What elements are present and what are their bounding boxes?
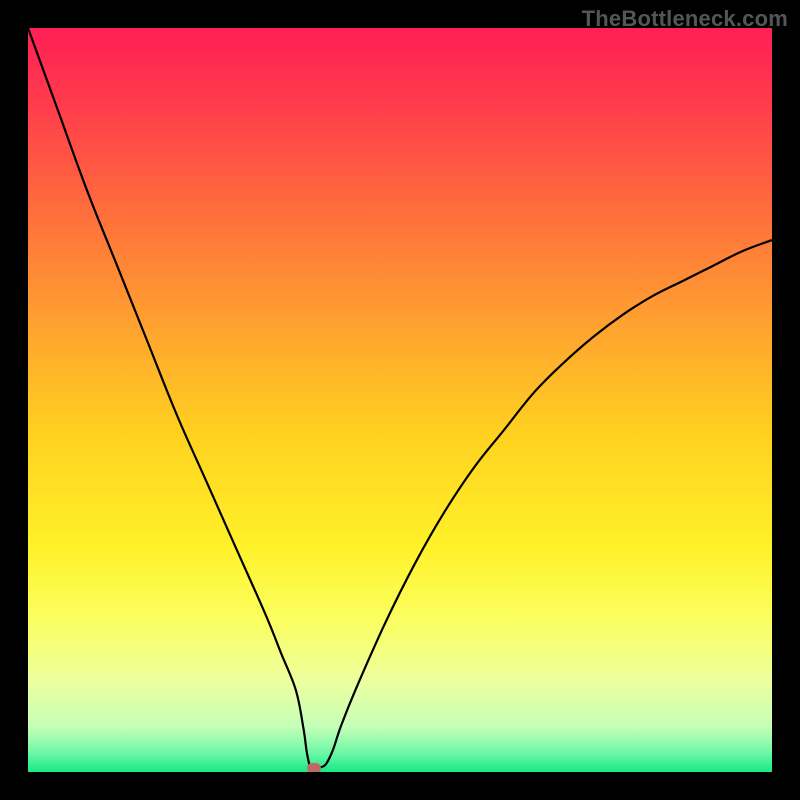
plot-area xyxy=(28,28,772,772)
gradient-background xyxy=(28,28,772,772)
plot-svg xyxy=(28,28,772,772)
watermark-label: TheBottleneck.com xyxy=(582,6,788,32)
minimum-marker xyxy=(307,763,321,772)
chart-frame: TheBottleneck.com xyxy=(0,0,800,800)
